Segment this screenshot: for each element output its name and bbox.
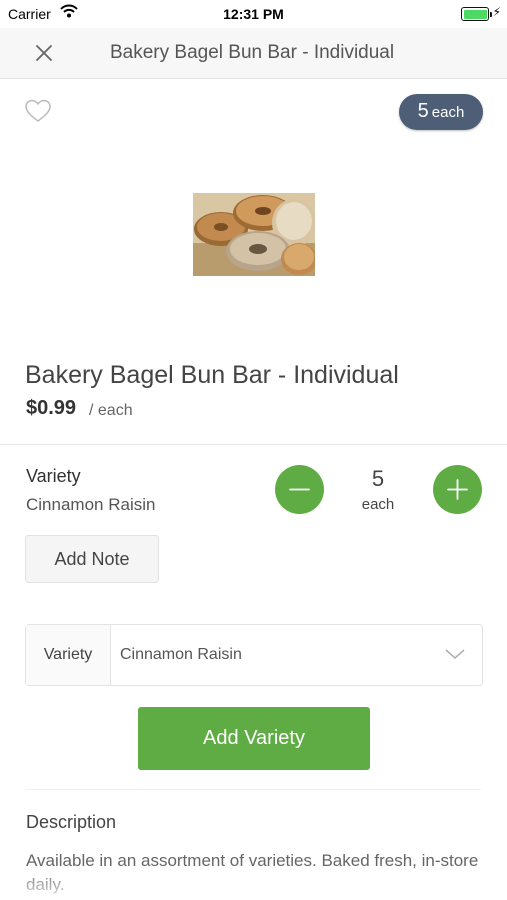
product-title: Bakery Bagel Bun Bar - Individual [25,361,399,389]
badge-count: 5 [417,100,429,122]
status-time: 12:31 PM [223,6,284,22]
scroll-fade [0,868,507,900]
increase-quantity-button[interactable] [433,465,482,514]
heart-icon[interactable] [24,98,52,124]
variety-label: Variety [26,466,81,486]
quantity-badge[interactable]: 5 each [399,94,483,130]
price-unit: / each [89,402,133,419]
close-icon[interactable] [30,39,58,67]
minus-icon [289,488,310,491]
variety-select-value: Cinnamon Raisin [120,646,242,663]
plus-icon [447,479,468,500]
badge-unit: each [431,104,465,121]
product-price: $0.99 [26,397,77,419]
divider [0,444,507,445]
divider [26,789,481,790]
add-variety-button[interactable]: Add Variety [138,707,370,770]
variety-select[interactable]: Variety Cinnamon Raisin [25,624,483,686]
battery-icon [461,7,492,21]
variety-select-label: Variety [26,625,111,685]
status-bar: Carrier 12:31 PM ⚡ [0,0,507,28]
charging-icon: ⚡ [492,5,501,19]
chevron-down-icon [444,647,466,666]
add-note-button[interactable]: Add Note [25,535,159,583]
product-image [193,193,317,276]
nav-header: Bakery Bagel Bun Bar - Individual [0,28,507,79]
description-heading: Description [26,812,117,832]
page-title: Bakery Bagel Bun Bar - Individual [110,42,395,63]
variety-value: Cinnamon Raisin [26,495,156,514]
quantity-value: 5 [371,466,385,491]
decrease-quantity-button[interactable] [275,465,324,514]
quantity-unit: each [361,496,395,513]
